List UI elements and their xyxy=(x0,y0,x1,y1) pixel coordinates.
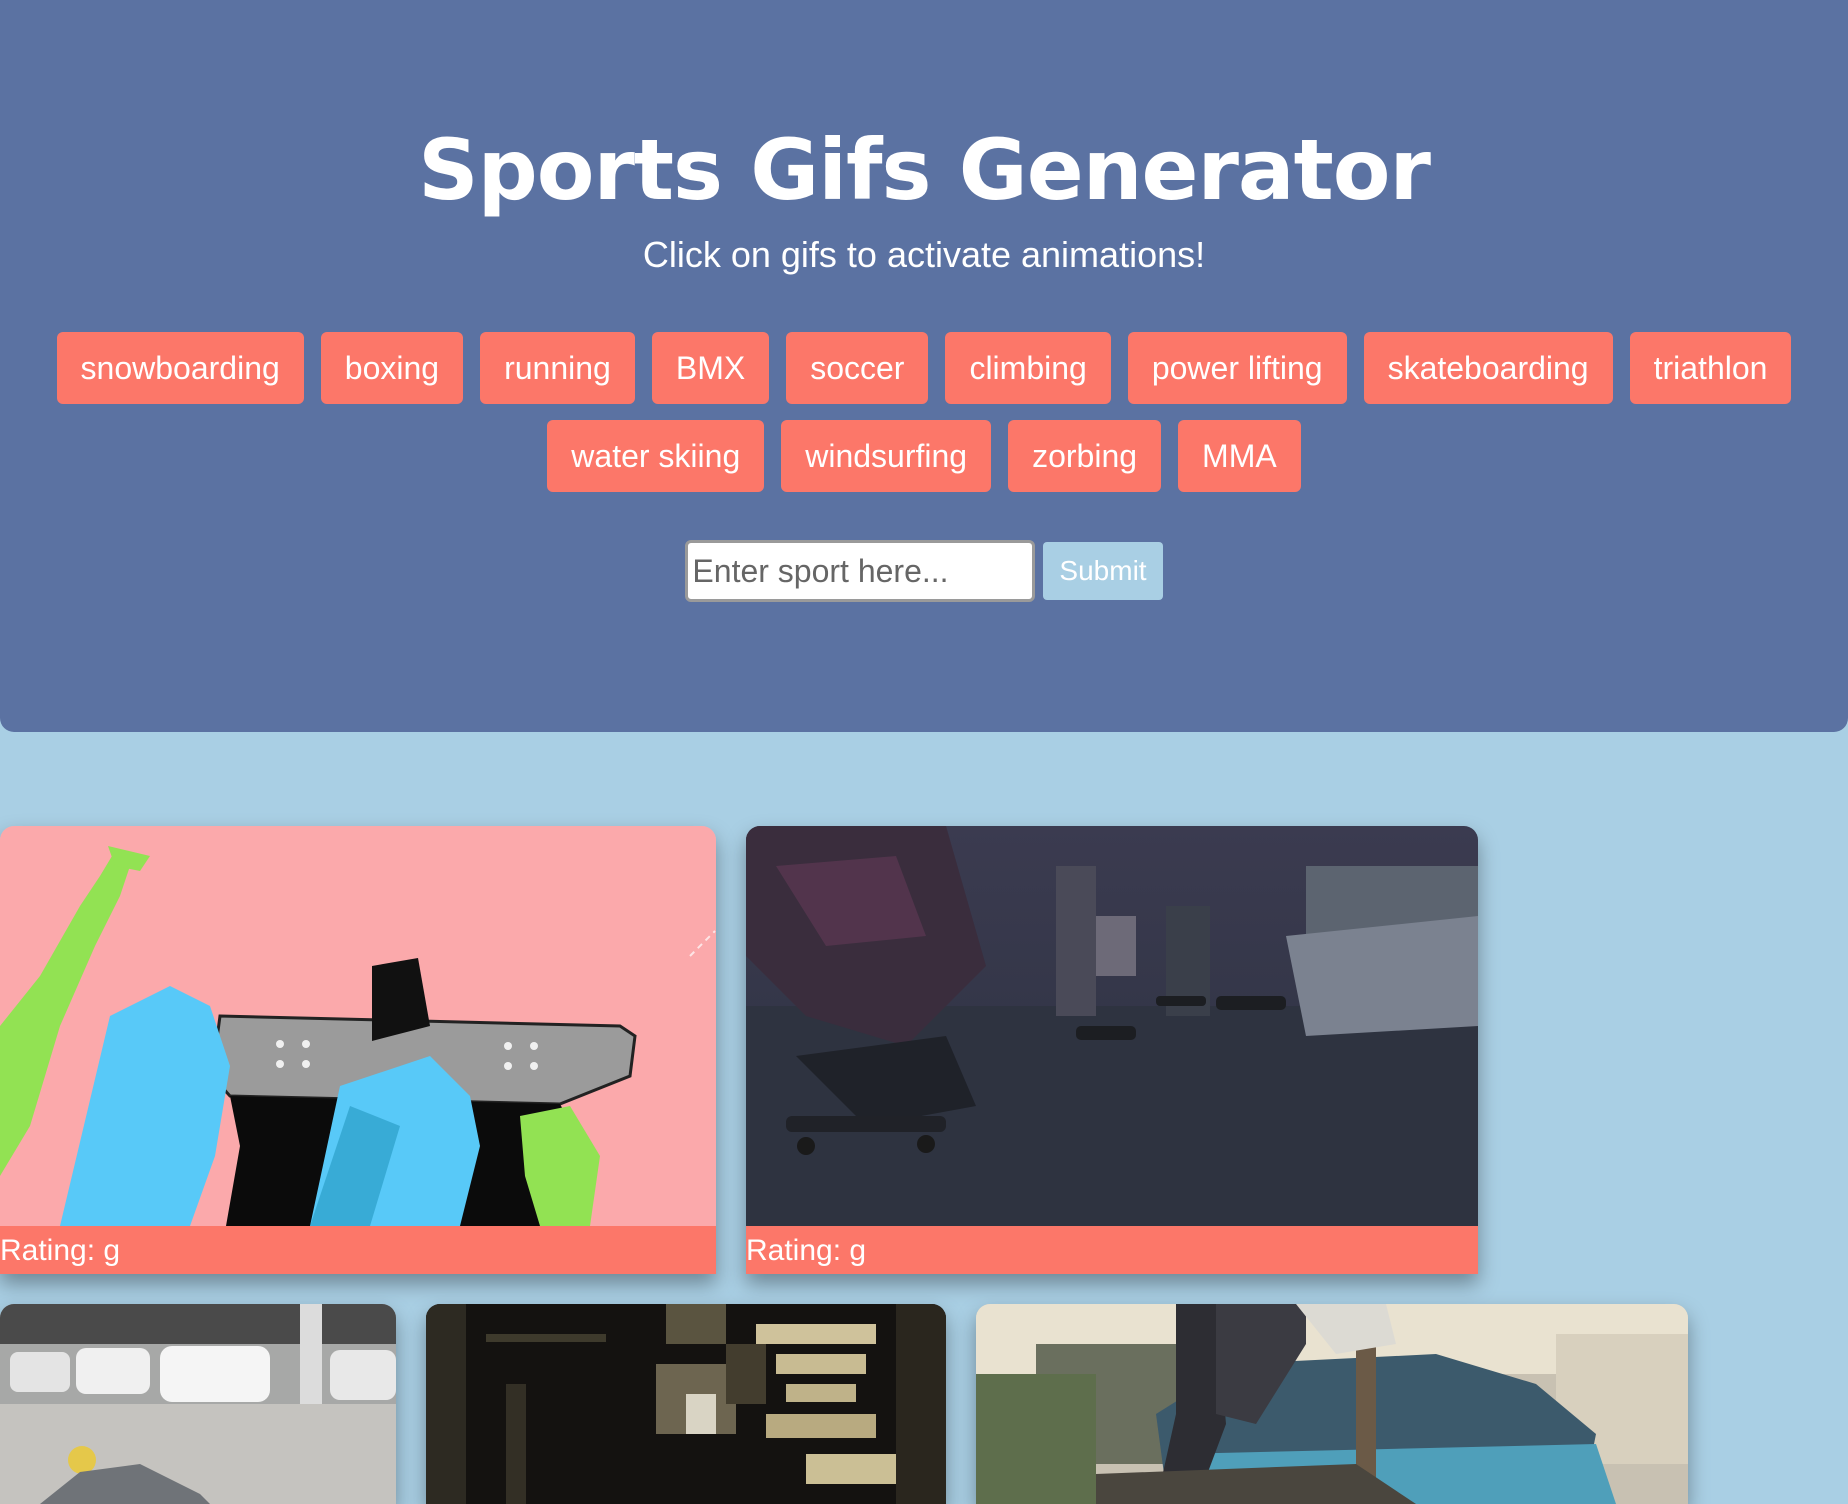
gif-card[interactable] xyxy=(976,1304,1688,1504)
header-jumbotron: Sports Gifs Generator Click on gifs to a… xyxy=(0,0,1848,732)
gif-rating: Rating: g xyxy=(0,1226,716,1274)
sport-button-running[interactable]: running xyxy=(480,332,635,404)
sport-button-bmx[interactable]: BMX xyxy=(651,332,770,404)
sport-button-skateboarding[interactable]: skateboarding xyxy=(1363,332,1613,404)
sport-buttons-row-1: snowboarding boxing running BMX soccer c… xyxy=(0,332,1848,404)
submit-button[interactable]: Submit xyxy=(1043,542,1163,600)
page-subtitle: Click on gifs to activate animations! xyxy=(642,234,1206,275)
gif-card[interactable]: Rating: g xyxy=(746,826,1478,1274)
sport-button-water-skiing[interactable]: water skiing xyxy=(547,420,765,492)
add-sport-form: Submit xyxy=(0,540,1848,602)
sport-button-zorbing[interactable]: zorbing xyxy=(1008,420,1162,492)
page-title: Sports Gifs Generator xyxy=(418,121,1431,219)
sport-button-climbing[interactable]: climbing xyxy=(945,332,1111,404)
gif-card[interactable]: Rating: g xyxy=(0,826,716,1274)
sport-button-power-lifting[interactable]: power lifting xyxy=(1127,332,1347,404)
gif-image[interactable] xyxy=(0,1304,396,1504)
gif-image[interactable] xyxy=(426,1304,946,1504)
gif-image[interactable] xyxy=(746,826,1478,1226)
gif-rating: Rating: g xyxy=(746,1226,1478,1274)
gif-image[interactable] xyxy=(0,826,716,1226)
sport-button-windsurfing[interactable]: windsurfing xyxy=(781,420,992,492)
sport-button-triathlon[interactable]: triathlon xyxy=(1629,332,1792,404)
sport-button-mma[interactable]: MMA xyxy=(1178,420,1301,492)
gif-card[interactable] xyxy=(0,1304,396,1504)
sport-input[interactable] xyxy=(685,540,1036,602)
gif-image[interactable] xyxy=(976,1304,1688,1504)
sport-button-boxing[interactable]: boxing xyxy=(320,332,464,404)
sport-buttons-row-2: water skiing windsurfing zorbing MMA xyxy=(0,420,1848,492)
gif-card[interactable] xyxy=(426,1304,946,1504)
sport-button-snowboarding[interactable]: snowboarding xyxy=(56,332,304,404)
sport-button-soccer[interactable]: soccer xyxy=(786,332,929,404)
